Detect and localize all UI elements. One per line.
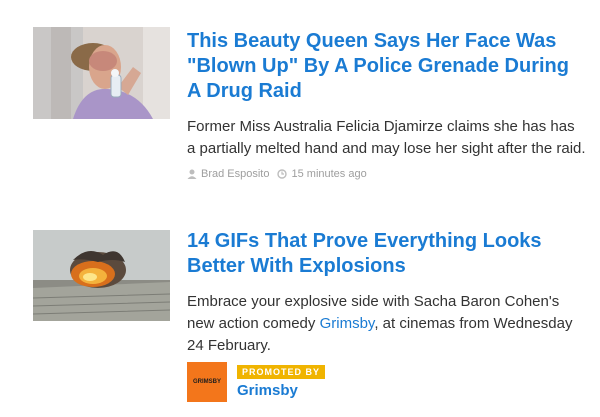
article-thumbnail[interactable]	[33, 27, 170, 119]
article-card: 14 GIFs That Prove Everything Looks Bett…	[0, 210, 600, 417]
clock-icon	[277, 169, 288, 179]
article-card: This Beauty Queen Says Her Face Was "Blo…	[0, 0, 600, 210]
brand-link[interactable]: Grimsby	[237, 382, 298, 400]
article-content: 14 GIFs That Prove Everything Looks Bett…	[187, 229, 587, 357]
explosion-image	[33, 230, 170, 321]
brand-logo[interactable]: GRIMSBY	[187, 362, 227, 402]
article-content: This Beauty Queen Says Her Face Was "Blo…	[187, 29, 587, 180]
promoted-by: PROMOTED BY	[237, 362, 326, 380]
article-meta: Brad Esposito 15 minutes ago	[187, 168, 587, 180]
brand-logo-text: GRIMSBY	[192, 379, 221, 385]
brand-name[interactable]: Grimsby	[237, 382, 298, 399]
promoted-badge: PROMOTED BY	[237, 365, 326, 379]
article-title[interactable]: 14 GIFs That Prove Everything Looks Bett…	[187, 229, 587, 279]
author-name[interactable]: Brad Esposito	[201, 168, 269, 180]
article-description: Former Miss Australia Felicia Djamirze c…	[187, 118, 586, 157]
article-thumbnail[interactable]	[33, 230, 170, 321]
publish-time: 15 minutes ago	[291, 168, 367, 180]
hospital-patient-image	[33, 27, 170, 119]
article-description: Embrace your explosive side with Sacha B…	[187, 291, 587, 357]
user-icon	[187, 169, 197, 179]
article-title[interactable]: This Beauty Queen Says Her Face Was "Blo…	[187, 29, 587, 104]
brand-inline-link[interactable]: Grimsby	[320, 315, 375, 332]
